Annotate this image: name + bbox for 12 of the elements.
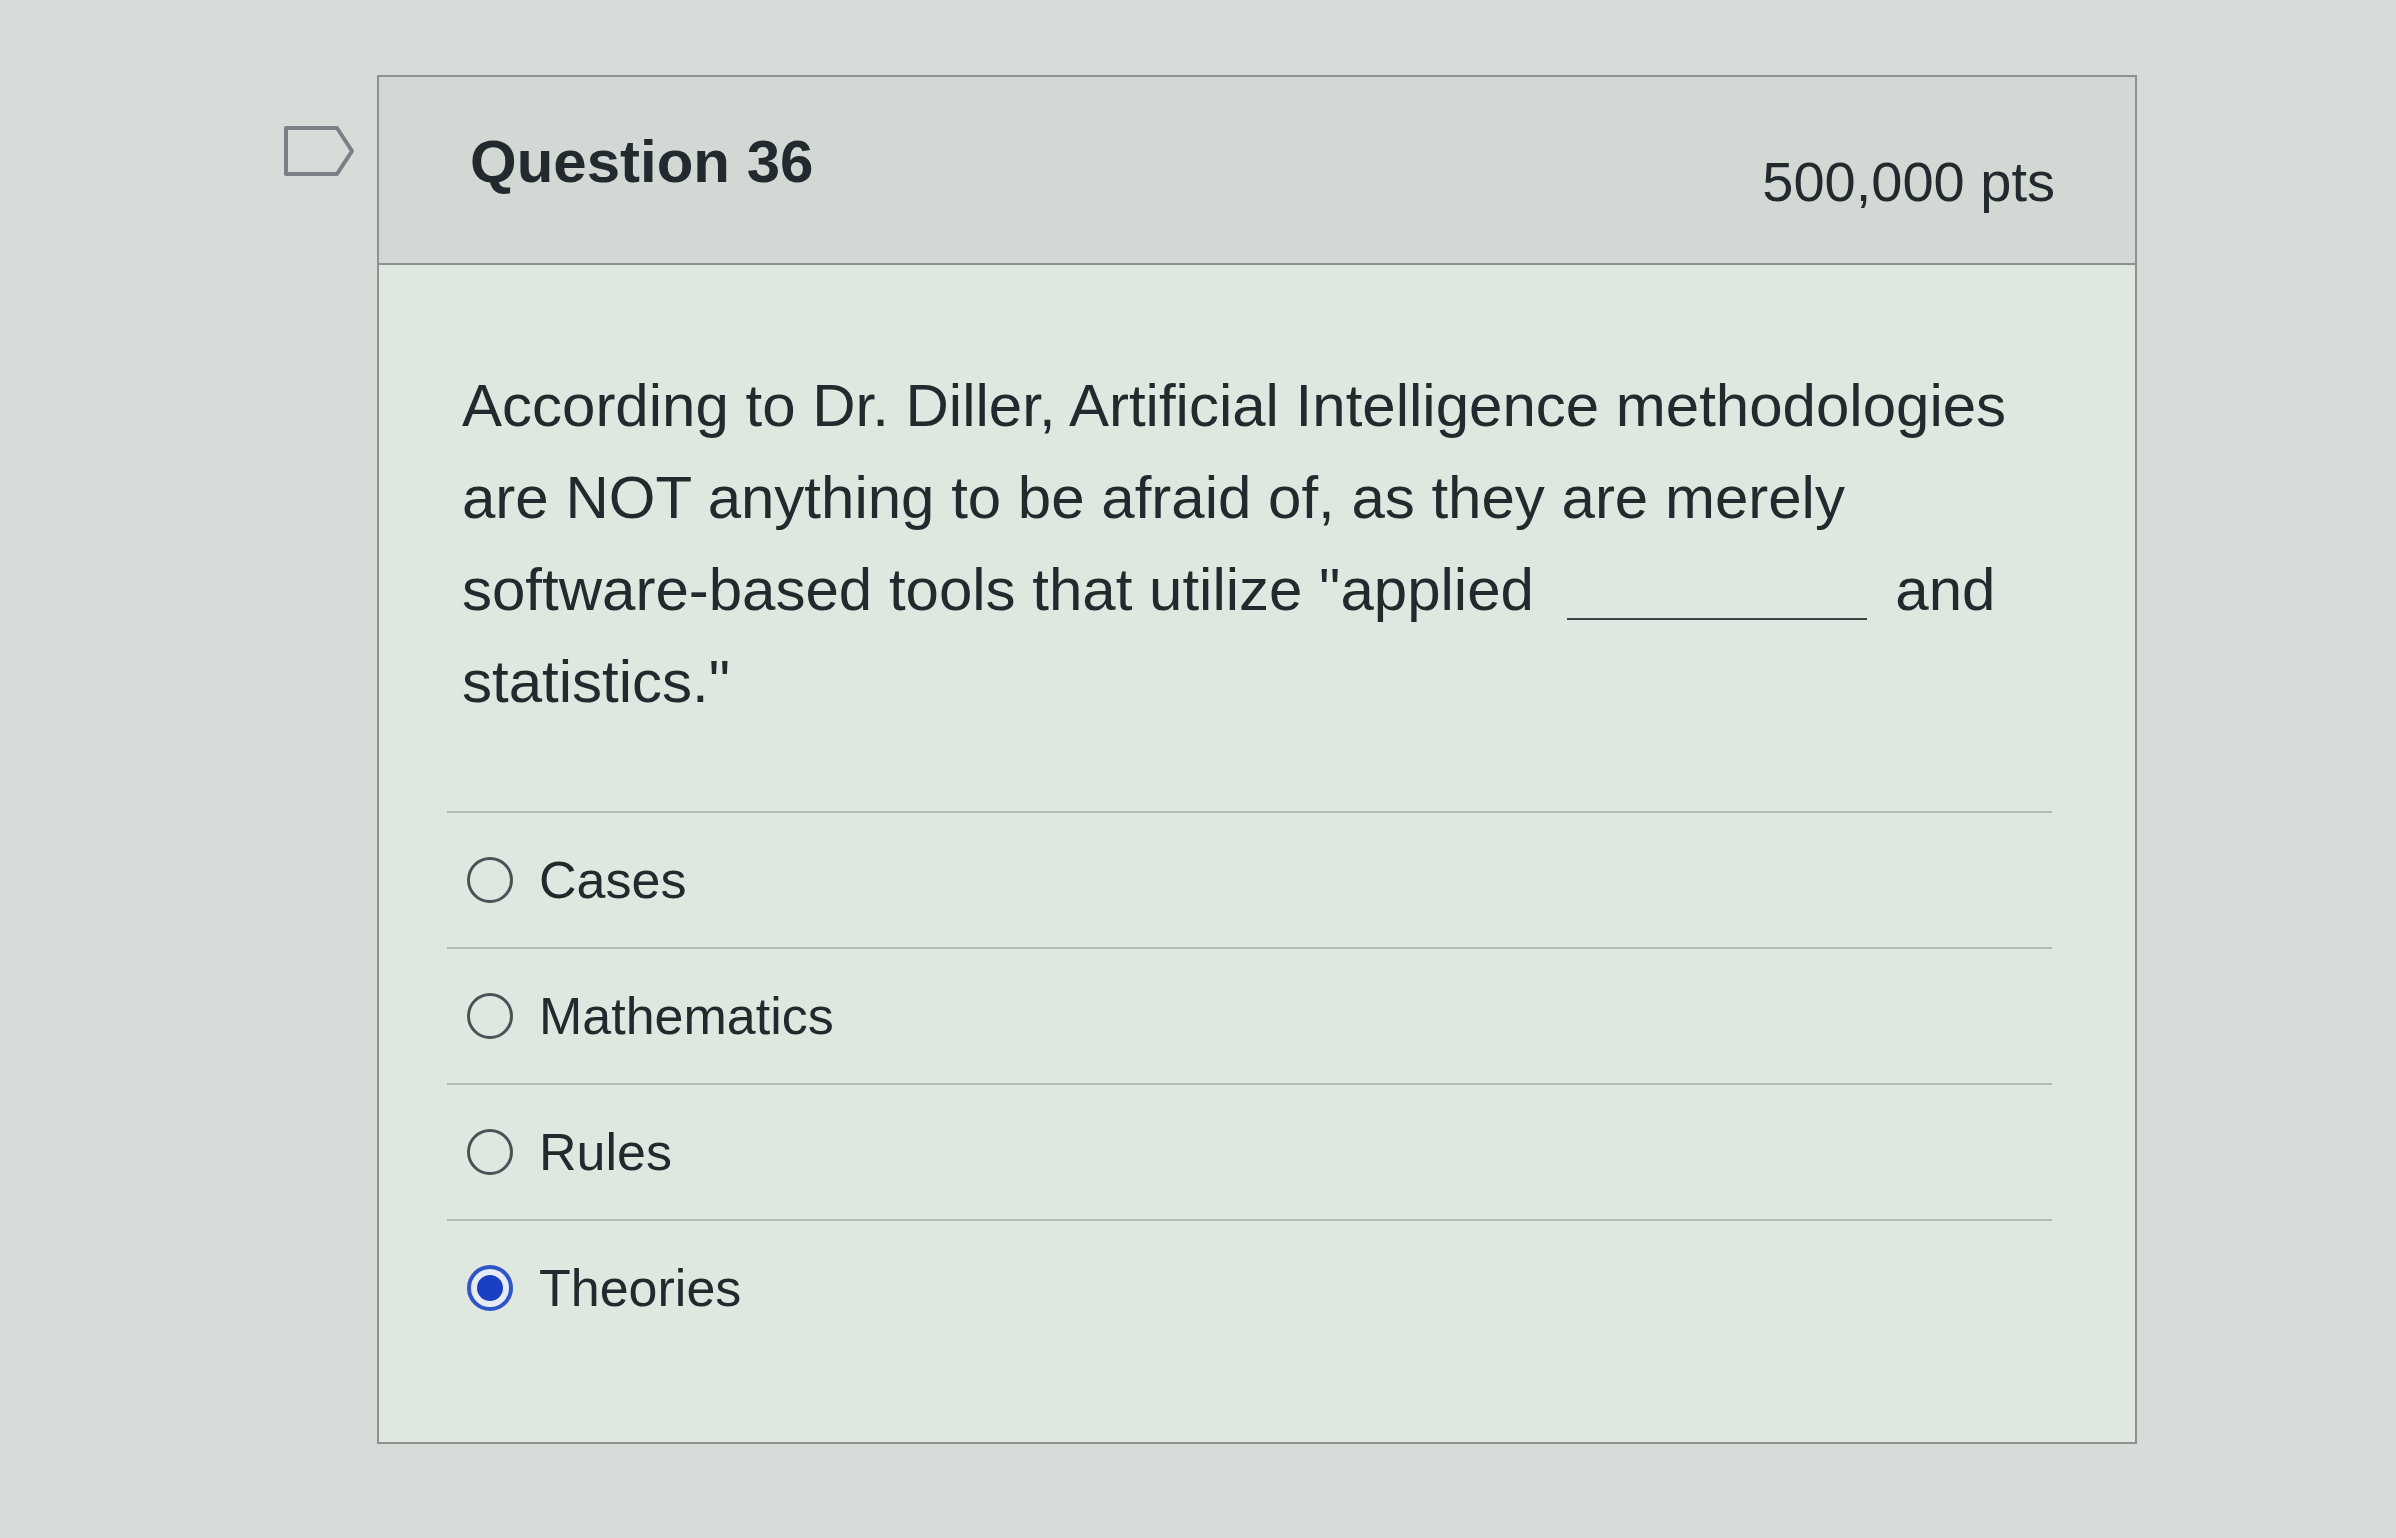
radio-button[interactable] — [467, 993, 513, 1039]
answer-label: Cases — [539, 850, 687, 910]
radio-button[interactable] — [467, 857, 513, 903]
question-points: 500,000 pts — [1762, 148, 2055, 214]
tag-icon[interactable] — [283, 125, 355, 177]
question-title: Question 36 — [470, 126, 814, 196]
radio-button[interactable] — [467, 1129, 513, 1175]
question-text: According to Dr. Diller, Artificial Intelligence methodologies are NOT anything to be afraid of, as they are merely software-based tools that utilize "applied and statistics." — [462, 371, 2008, 717]
answer-label: Mathematics — [539, 986, 834, 1046]
radio-button[interactable] — [467, 1265, 513, 1311]
answer-label: Theories — [539, 1258, 742, 1318]
answer-label: Rules — [539, 1122, 672, 1182]
